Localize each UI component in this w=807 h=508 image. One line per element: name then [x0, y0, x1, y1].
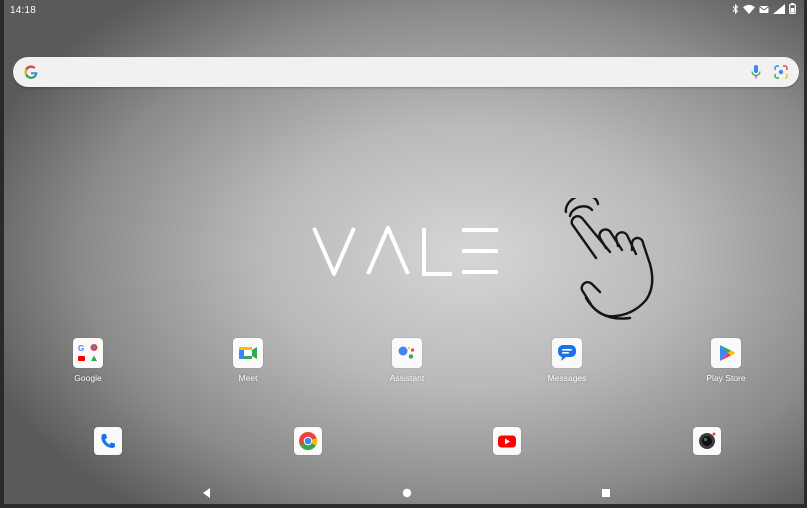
home-screen: 14:18 G Google Meet Assistant Messages P… [0, 0, 807, 508]
app-messages[interactable]: Messages [532, 338, 602, 383]
play-store-icon [711, 338, 741, 368]
microphone-icon[interactable] [750, 64, 762, 80]
navigation-bar [4, 480, 804, 504]
app-label: Messages [547, 373, 587, 383]
screen-bezel-left [0, 0, 4, 508]
google-folder-icon: G [73, 338, 103, 368]
status-icons [732, 1, 796, 19]
battery-icon [789, 1, 796, 19]
app-label: Meet [238, 373, 258, 383]
assistant-icon [392, 338, 422, 368]
status-bar: 14:18 [4, 0, 804, 20]
notification-icon [759, 1, 769, 19]
recents-icon[interactable] [600, 486, 612, 498]
wifi-icon [743, 1, 755, 19]
messages-icon [552, 338, 582, 368]
status-time: 14:18 [10, 5, 37, 16]
bluetooth-icon [732, 1, 739, 19]
phone-icon[interactable] [94, 427, 122, 455]
screen-bezel-bottom [0, 504, 807, 508]
home-icon[interactable] [401, 486, 413, 498]
google-g-icon[interactable] [23, 64, 39, 80]
app-meet[interactable]: Meet [213, 338, 283, 383]
app-google-folder[interactable]: G Google [53, 338, 123, 383]
meet-icon [233, 338, 263, 368]
camera-icon[interactable] [693, 427, 721, 455]
chrome-icon[interactable] [294, 427, 322, 455]
youtube-icon[interactable] [493, 427, 521, 455]
pointing-hand-icon [560, 193, 690, 323]
app-label: Play Store [706, 373, 746, 383]
back-icon[interactable] [201, 486, 213, 498]
app-label: Assistant [389, 373, 425, 383]
signal-icon [773, 1, 785, 19]
google-lens-icon[interactable] [773, 64, 789, 80]
google-search-bar[interactable] [13, 57, 799, 87]
app-play-store[interactable]: Play Store [691, 338, 761, 383]
app-assistant[interactable]: Assistant [372, 338, 442, 383]
vale-logo [312, 226, 502, 278]
app-label: Google [74, 373, 102, 383]
svg-text:G: G [78, 344, 84, 353]
